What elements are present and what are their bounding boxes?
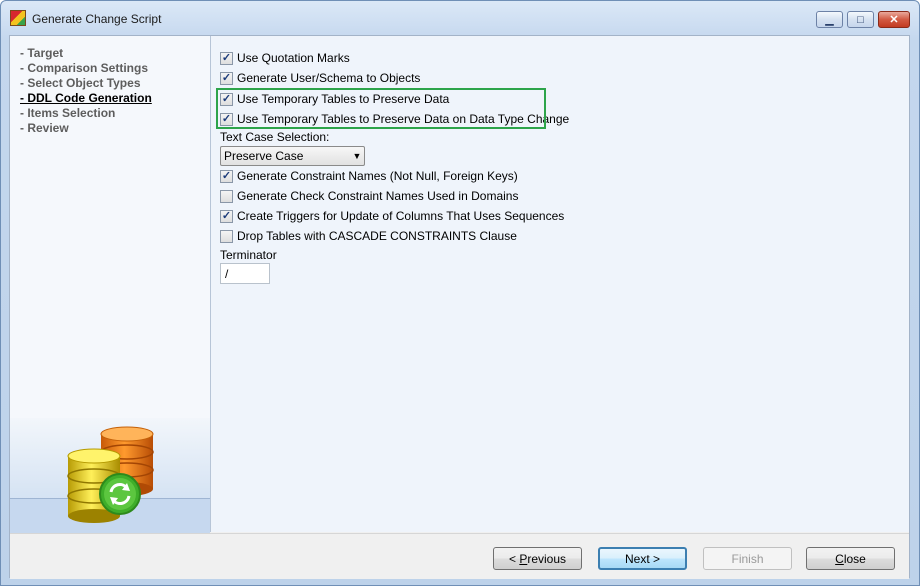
step-target[interactable]: - Target	[20, 46, 152, 61]
checkbox-check-constraint-names[interactable]	[220, 189, 233, 203]
sync-icon	[99, 473, 141, 515]
option-use-quotation-marks[interactable]: ✓ Use Quotation Marks	[220, 50, 350, 66]
option-create-triggers[interactable]: ✓ Create Triggers for Update of Columns …	[220, 208, 564, 224]
label-generate-user-schema: Generate User/Schema to Objects	[237, 71, 421, 85]
dialog-window: Generate Change Script ▁ □ ✕ - Target - …	[0, 0, 920, 586]
checkbox-constraint-names[interactable]: ✓	[220, 169, 233, 183]
previous-label-rest: revious	[527, 551, 567, 566]
checkbox-temp-tables-preserve[interactable]: ✓	[220, 92, 233, 106]
ddl-options-panel: ✓ Use Quotation Marks ✓ Generate User/Sc…	[211, 36, 909, 532]
checkbox-use-quotation-marks[interactable]: ✓	[220, 51, 233, 65]
label-check-constraint-names: Generate Check Constraint Names Used in …	[237, 189, 519, 203]
close-icon: ✕	[889, 14, 899, 26]
previous-prefix: <	[508, 551, 520, 566]
option-temp-tables-type-change[interactable]: ✓ Use Temporary Tables to Preserve Data …	[220, 111, 569, 127]
text-case-dropdown[interactable]: Preserve Case ▼	[220, 146, 365, 166]
minimize-icon: ▁	[825, 14, 834, 26]
wizard-steps-panel: - Target - Comparison Settings - Select …	[10, 36, 211, 533]
option-temp-tables-preserve[interactable]: ✓ Use Temporary Tables to Preserve Data	[220, 91, 449, 107]
step-ddl-code-generation[interactable]: - DDL Code Generation	[20, 91, 152, 106]
minimize-button[interactable]: ▁	[816, 11, 843, 28]
label-create-triggers: Create Triggers for Update of Columns Th…	[237, 209, 565, 223]
checkbox-create-triggers[interactable]: ✓	[220, 209, 233, 223]
dialog-client-area: - Target - Comparison Settings - Select …	[9, 35, 910, 579]
step-items-selection[interactable]: - Items Selection	[20, 106, 152, 121]
close-button[interactable]: Close	[806, 547, 895, 570]
option-constraint-names[interactable]: ✓ Generate Constraint Names (Not Null, F…	[220, 168, 518, 184]
finish-button: Finish	[703, 547, 792, 570]
dropdown-arrow-icon: ▼	[352, 151, 362, 161]
previous-button[interactable]: < Previous	[493, 547, 582, 570]
label-temp-tables-type-change: Use Temporary Tables to Preserve Data on…	[237, 112, 570, 126]
finish-label: Finish	[731, 551, 764, 566]
text-case-selected: Preserve Case	[224, 149, 304, 163]
option-generate-user-schema[interactable]: ✓ Generate User/Schema to Objects	[220, 70, 420, 86]
checkbox-temp-tables-type-change[interactable]: ✓	[220, 112, 233, 126]
window-title: Generate Change Script	[32, 12, 162, 26]
maximize-icon: □	[857, 13, 864, 26]
step-review[interactable]: - Review	[20, 121, 152, 136]
terminator-label: Terminator	[220, 248, 277, 262]
label-use-quotation-marks: Use Quotation Marks	[237, 51, 350, 65]
close-mnemonic: C	[835, 551, 844, 566]
previous-mnemonic: P	[519, 551, 528, 566]
label-constraint-names: Generate Constraint Names (Not Null, For…	[237, 169, 518, 183]
option-check-constraint-names[interactable]: Generate Check Constraint Names Used in …	[220, 188, 518, 204]
text-case-label: Text Case Selection:	[220, 130, 330, 144]
close-window-button[interactable]: ✕	[878, 11, 910, 28]
label-temp-tables-preserve: Use Temporary Tables to Preserve Data	[237, 92, 450, 106]
terminator-input[interactable]	[220, 263, 270, 284]
step-select-object-types[interactable]: - Select Object Types	[20, 76, 152, 91]
maximize-button[interactable]: □	[847, 11, 874, 28]
checkbox-drop-tables-cascade[interactable]	[220, 229, 233, 243]
wizard-steps-list: - Target - Comparison Settings - Select …	[20, 46, 152, 136]
app-icon	[10, 10, 26, 26]
next-button[interactable]: Next >	[598, 547, 687, 570]
next-label: Next >	[624, 551, 660, 566]
wizard-illustration	[10, 418, 210, 533]
close-label-rest: lose	[843, 551, 866, 566]
label-drop-tables-cascade: Drop Tables with CASCADE CONSTRAINTS Cla…	[237, 229, 517, 243]
option-drop-tables-cascade[interactable]: Drop Tables with CASCADE CONSTRAINTS Cla…	[220, 228, 517, 244]
wizard-button-bar: < Previous Next > Finish Close	[10, 533, 909, 579]
title-bar[interactable]: Generate Change Script ▁ □ ✕	[1, 1, 919, 35]
step-comparison-settings[interactable]: - Comparison Settings	[20, 61, 152, 76]
checkbox-generate-user-schema[interactable]: ✓	[220, 71, 233, 85]
